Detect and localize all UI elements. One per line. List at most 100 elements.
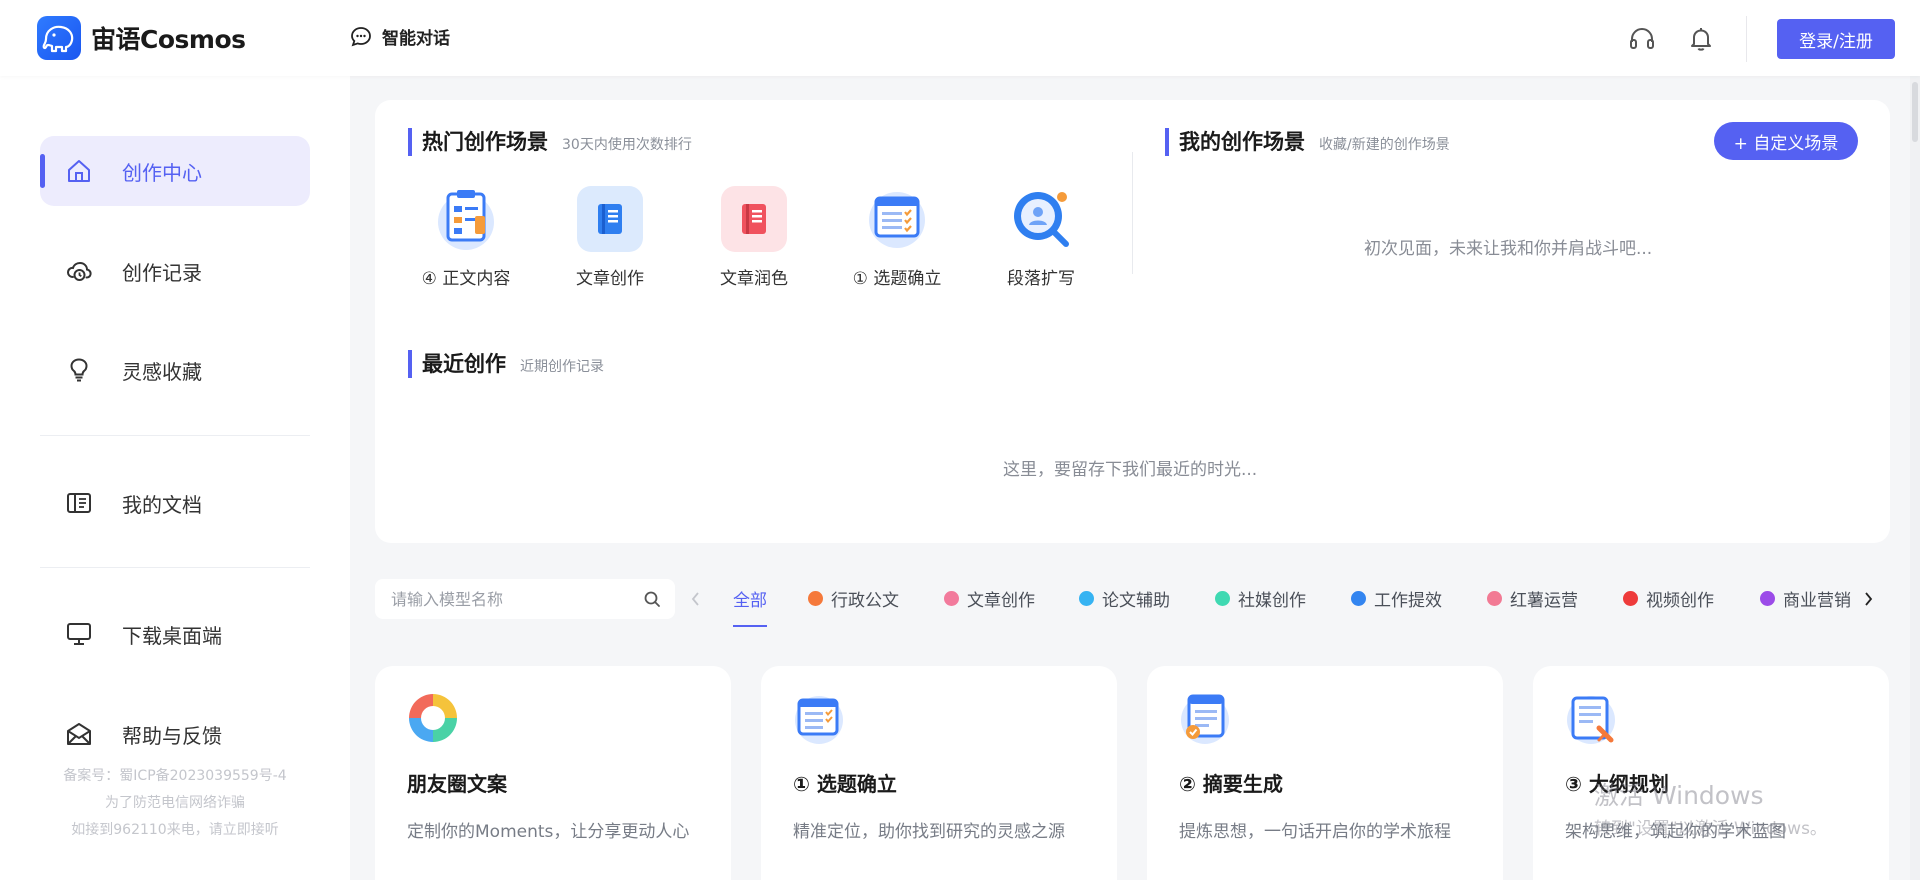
scene-body-content[interactable]: ④ 正文内容 <box>396 186 536 289</box>
checklist-icon <box>791 690 847 746</box>
category-admin-docs[interactable]: 行政公文 <box>808 586 899 611</box>
category-thesis-assist[interactable]: 论文辅助 <box>1079 586 1170 611</box>
category-all[interactable]: 全部 <box>733 586 767 627</box>
page-scrollbar[interactable] <box>1910 76 1920 880</box>
category-label: 行政公文 <box>831 591 899 611</box>
model-search-input[interactable] <box>391 589 631 609</box>
category-dot <box>1623 591 1638 606</box>
category-scroll-right-icon[interactable] <box>1858 587 1878 611</box>
scene-label: 文章创作 <box>576 269 644 289</box>
icp-filing-note: 备案号：蜀ICP备2023039559号-4 <box>63 768 287 784</box>
scene-label: 段落扩写 <box>1007 269 1075 289</box>
outline-pen-icon <box>1563 690 1619 746</box>
sidebar-item-creation-history[interactable]: 创作记录 <box>40 236 310 306</box>
scene-label: ① 选题确立 <box>852 269 942 289</box>
headset-icon[interactable] <box>1627 24 1657 54</box>
sidebar-item-download-desktop[interactable]: 下载桌面端 <box>40 599 310 669</box>
card-title: ② 摘要生成 <box>1179 772 1283 796</box>
category-label: 工作提效 <box>1374 591 1442 611</box>
sidebar-item-inspiration[interactable]: 灵感收藏 <box>40 335 310 405</box>
document-icon <box>64 488 94 518</box>
home-icon <box>64 156 94 186</box>
top-header: 宙语Cosmos 智能对话 登录/注册 <box>0 0 1920 76</box>
app-name: 宙语Cosmos <box>91 25 246 54</box>
clipboard-icon <box>433 186 499 252</box>
sidebar-item-help-feedback[interactable]: 帮助与反馈 <box>40 699 310 769</box>
sidebar-item-my-documents[interactable]: 我的文档 <box>40 468 310 538</box>
sidebar-divider <box>40 435 310 436</box>
my-scenes-title: 我的创作场景 <box>1179 130 1305 154</box>
card-description: 定制你的Moments，让分享更动人心 <box>407 822 690 842</box>
model-card[interactable]: 朋友圈文案 定制你的Moments，让分享更动人心 <box>375 666 731 880</box>
chat-bubble-icon <box>351 26 371 46</box>
monitor-icon <box>64 619 94 649</box>
card-description: 架构思维，筑起你的学术蓝图 <box>1565 822 1786 842</box>
my-scenes-subtitle: 收藏/新建的创作场景 <box>1319 137 1450 153</box>
hot-scenes-header: 热门创作场景 30天内使用次数排行 <box>408 126 692 156</box>
my-scenes-header: 我的创作场景 收藏/新建的创作场景 <box>1165 126 1450 156</box>
card-description: 精准定位，助你找到研究的灵感之源 <box>793 822 1065 842</box>
sidebar-item-creation-center[interactable]: 创作中心 <box>40 136 310 206</box>
cloud-history-icon <box>64 256 94 286</box>
app-logo[interactable]: 宙语Cosmos <box>37 16 246 60</box>
category-article-writing[interactable]: 文章创作 <box>944 586 1035 611</box>
model-card[interactable]: ① 选题确立 精准定位，助你找到研究的灵感之源 <box>761 666 1117 880</box>
scene-article-polish[interactable]: 文章润色 <box>684 186 824 289</box>
scene-topic-selection[interactable]: ① 选题确立 <box>827 186 967 289</box>
scroll-icon <box>1177 690 1233 746</box>
model-card[interactable]: ② 摘要生成 提炼思想，一句话开启你的学术旅程 <box>1147 666 1503 880</box>
category-dot <box>1079 591 1094 606</box>
category-label: 文章创作 <box>967 591 1035 611</box>
category-dot <box>1487 591 1502 606</box>
sidebar: 创作中心 创作记录 灵感收藏 我的文档 下载桌面端 帮助与反馈 备案号：蜀ICP… <box>0 76 350 880</box>
card-title: 朋友圈文案 <box>407 772 507 796</box>
card-description: 提炼思想，一句话开启你的学术旅程 <box>1179 822 1451 842</box>
category-tabs: 全部 行政公文 文章创作 论文辅助 社媒创作 工作提效 红薯运营 视频创作 商业… <box>725 570 1855 630</box>
category-xiaohongshu-ops[interactable]: 红薯运营 <box>1487 586 1578 611</box>
sidebar-item-label: 下载桌面端 <box>122 623 222 648</box>
header-divider <box>1746 16 1747 62</box>
category-dot <box>1215 591 1230 606</box>
category-work-efficiency[interactable]: 工作提效 <box>1351 586 1442 611</box>
scene-label: ④ 正文内容 <box>421 269 511 289</box>
model-card[interactable]: ③ 大纲规划 架构思维，筑起你的学术蓝图 <box>1533 666 1889 880</box>
category-social-media[interactable]: 社媒创作 <box>1215 586 1306 611</box>
custom-scene-button[interactable]: + 自定义场景 <box>1714 122 1858 160</box>
recent-empty-text: 这里，要留存下我们最近的时光... <box>1003 460 1258 480</box>
recent-header: 最近创作 近期创作记录 <box>408 348 604 378</box>
login-register-button[interactable]: 登录/注册 <box>1777 19 1895 59</box>
sidebar-item-label: 帮助与反馈 <box>122 723 222 748</box>
anti-fraud-hotline-note: 如接到962110来电，请立即接听 <box>71 822 279 838</box>
recent-title: 最近创作 <box>422 352 506 376</box>
scrollbar-thumb[interactable] <box>1912 82 1918 142</box>
magnifier-user-icon <box>1008 186 1074 252</box>
scene-label: 文章润色 <box>720 269 788 289</box>
category-video-creation[interactable]: 视频创作 <box>1623 586 1714 611</box>
section-accent-bar <box>408 350 412 378</box>
category-scroll-left-icon[interactable] <box>686 587 706 611</box>
section-divider <box>1132 152 1133 274</box>
mail-icon <box>64 719 94 749</box>
category-business-marketing[interactable]: 商业营销 <box>1760 586 1851 611</box>
smart-chat-label: 智能对话 <box>382 29 450 49</box>
card-title: ③ 大纲规划 <box>1565 772 1669 796</box>
smart-chat-nav[interactable]: 智能对话 <box>350 24 450 49</box>
category-label: 社媒创作 <box>1238 591 1306 611</box>
scene-paragraph-expand[interactable]: 段落扩写 <box>971 186 1111 289</box>
category-dot <box>944 591 959 606</box>
sidebar-item-label: 创作中心 <box>122 160 202 185</box>
scene-article-writing[interactable]: 文章创作 <box>540 186 680 289</box>
bell-icon[interactable] <box>1686 24 1716 54</box>
my-scenes-empty-text: 初次见面，未来让我和你并肩战斗吧... <box>1364 239 1653 259</box>
lightbulb-icon <box>64 355 94 385</box>
category-label: 全部 <box>733 591 767 611</box>
search-icon[interactable] <box>643 590 661 612</box>
checklist-icon <box>864 186 930 252</box>
category-label: 视频创作 <box>1646 591 1714 611</box>
recent-subtitle: 近期创作记录 <box>520 359 604 375</box>
sidebar-item-label: 灵感收藏 <box>122 359 202 384</box>
category-dot <box>1351 591 1366 606</box>
hot-scenes-subtitle: 30天内使用次数排行 <box>562 137 692 153</box>
sidebar-divider <box>40 567 310 568</box>
sidebar-item-label: 创作记录 <box>122 260 202 285</box>
